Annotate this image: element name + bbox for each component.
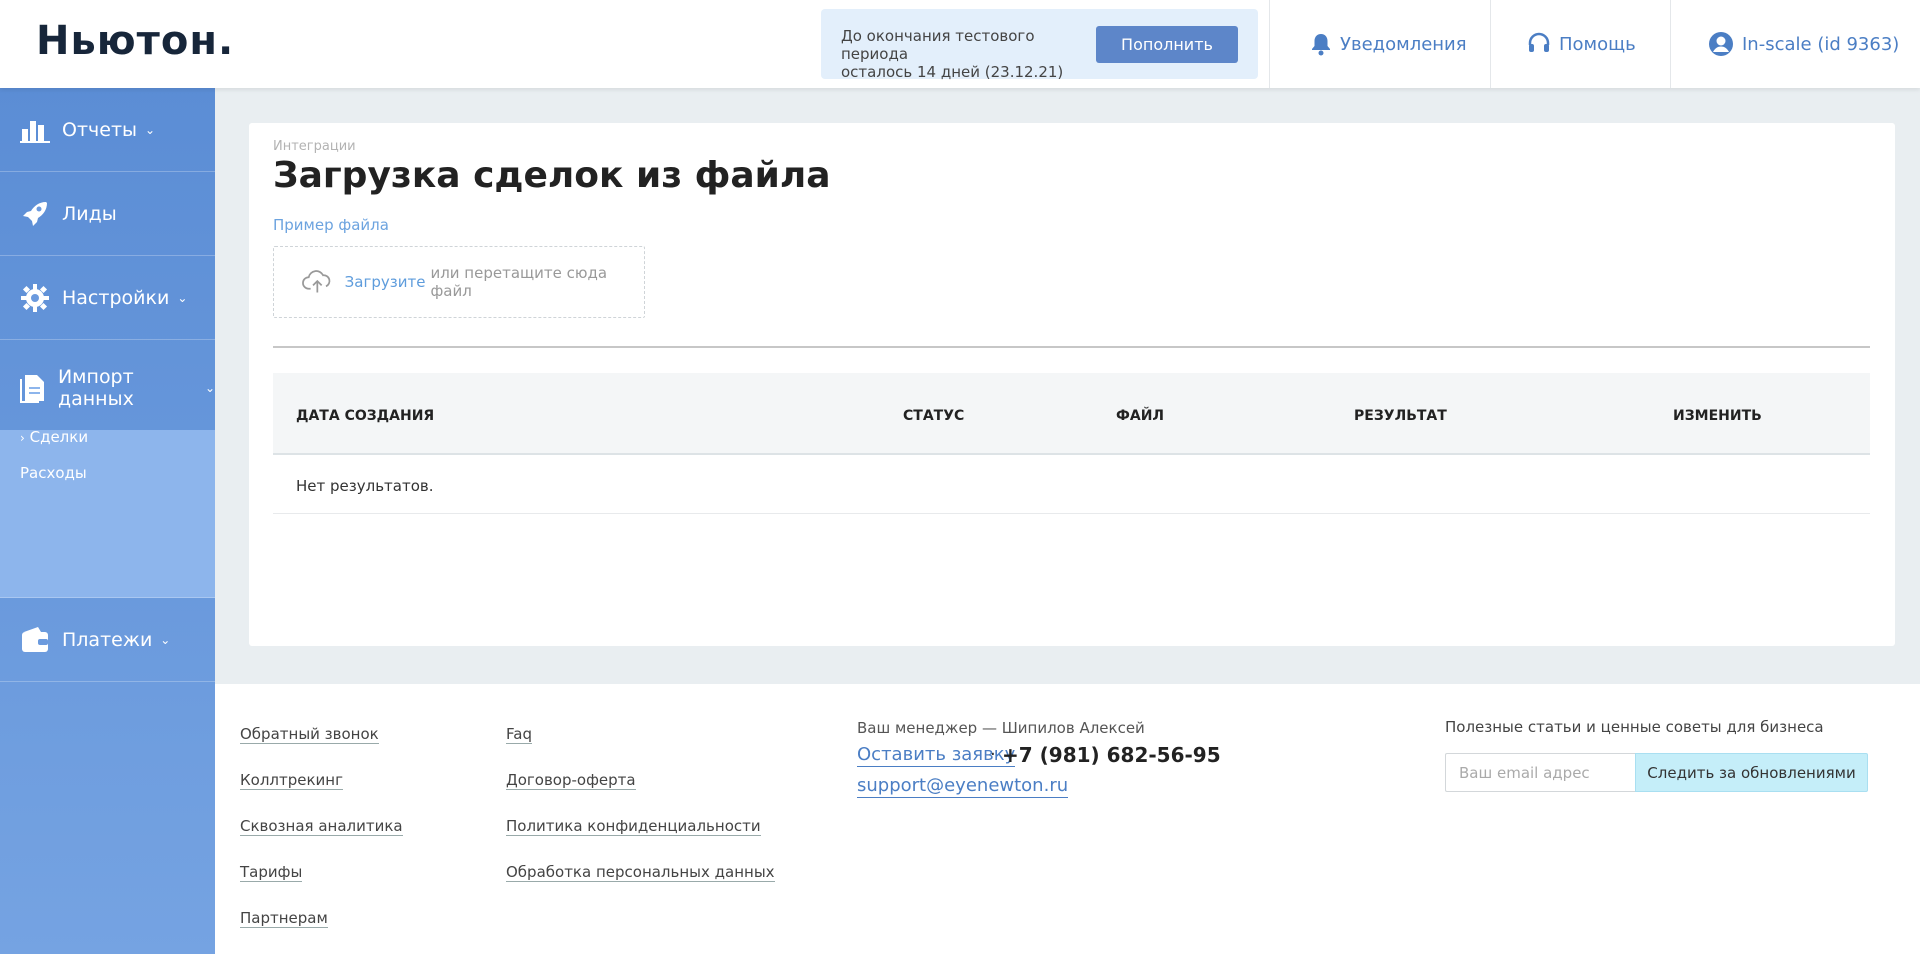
chevron-down-icon: ⌄ (160, 632, 171, 647)
column-header-result: РЕЗУЛЬТАТ (1354, 408, 1447, 424)
support-email-link[interactable]: support@eyenewton.ru (857, 775, 1069, 798)
table-header: ДАТА СОЗДАНИЯ СТАТУС ФАЙЛ РЕЗУЛЬТАТ ИЗМЕ… (273, 373, 1870, 455)
wallet-icon (18, 623, 52, 657)
upload-link[interactable]: Загрузите (345, 273, 426, 291)
sidebar-subitem-label: Расходы (20, 464, 87, 482)
table-row: Нет результатов. (273, 457, 1870, 514)
newsletter-title: Полезные статьи и ценные советы для бизн… (1445, 718, 1824, 736)
page-title: Загрузка сделок из файла (273, 155, 831, 196)
help-label: Помощь (1559, 33, 1636, 55)
subscribe-button[interactable]: Следить за обновлениями (1635, 753, 1868, 792)
trial-banner: До окончания тестового периода осталось … (821, 9, 1258, 81)
chevron-right-icon: › (20, 431, 25, 445)
bell-icon (1312, 34, 1330, 56)
sample-file-link[interactable]: Пример файла (273, 216, 389, 234)
sidebar-item-label: Лиды (62, 202, 117, 225)
footer-link-personal-data[interactable]: Обработка персональных данных (506, 863, 775, 882)
notifications-link[interactable]: Уведомления (1310, 30, 1467, 58)
header-divider (1670, 0, 1671, 88)
help-link[interactable]: Помощь (1527, 30, 1636, 58)
logo[interactable]: Ньютон. (36, 18, 234, 64)
sidebar-subitem-expenses[interactable]: Расходы (20, 464, 87, 482)
phone-number[interactable]: +7 (981) 682-56-95 (1002, 743, 1221, 767)
sidebar-item-label: Настройки (62, 286, 170, 309)
sidebar-subitem-deals[interactable]: › Сделки (20, 428, 88, 446)
footer-link-partners[interactable]: Партнерам (240, 909, 328, 928)
headset-icon (1528, 32, 1550, 52)
sidebar-item-settings[interactable]: Настройки ⌄ (0, 256, 215, 340)
footer-link-analytics[interactable]: Сквозная аналитика (240, 817, 403, 836)
chart-icon (18, 113, 52, 147)
email-field[interactable] (1445, 753, 1635, 792)
footer-link-offer[interactable]: Договор-оферта (506, 771, 636, 790)
topup-button[interactable]: Пополнить (1096, 26, 1238, 63)
account-label: In-scale (id 9363) (1742, 33, 1900, 55)
sidebar-item-label: Отчеты (62, 118, 138, 141)
column-header-edit: ИЗМЕНИТЬ (1673, 408, 1762, 424)
notifications-label: Уведомления (1340, 33, 1467, 55)
chevron-down-icon: ⌄ (145, 122, 156, 137)
file-dropzone[interactable]: Загрузите или перетащите сюда файл (273, 246, 645, 318)
separator: · (990, 744, 996, 765)
sidebar-item-leads[interactable]: Лиды (0, 172, 215, 256)
footer-link-faq[interactable]: Faq (506, 725, 532, 744)
column-header-file: ФАЙЛ (1116, 408, 1165, 424)
divider (273, 346, 1870, 348)
sidebar-item-payments[interactable]: Платежи ⌄ (0, 598, 215, 682)
document-icon (18, 371, 48, 405)
chevron-down-icon: ⌄ (204, 381, 215, 395)
sidebar-subitem-label: Сделки (29, 428, 89, 446)
cloud-upload-icon (302, 270, 331, 293)
manager-text: Ваш менеджер — Шипилов Алексей (857, 719, 1145, 737)
rocket-icon (18, 197, 52, 231)
breadcrumb[interactable]: Интеграции (273, 139, 356, 154)
account-link[interactable]: In-scale (id 9363) (1708, 30, 1899, 58)
header-divider (1490, 0, 1491, 88)
header-divider (1269, 0, 1270, 88)
column-header-status: СТАТУС (903, 408, 965, 424)
sidebar-item-label: Импорт данных (57, 366, 134, 410)
footer-link-privacy[interactable]: Политика конфиденциальности (506, 817, 761, 836)
sidebar-section-import (0, 430, 215, 598)
sidebar-item-label: Платежи (62, 628, 153, 651)
main-card: Интеграции Загрузка сделок из файла Прим… (249, 123, 1895, 646)
upload-hint: или перетащите сюда файл (430, 264, 608, 300)
footer: Обратный звонок Коллтрекинг Сквозная ана… (215, 684, 1920, 954)
column-header-date: ДАТА СОЗДАНИЯ (296, 408, 435, 424)
chevron-down-icon: ⌄ (177, 290, 188, 305)
gear-icon (18, 281, 52, 315)
trial-text: До окончания тестового периода осталось … (841, 27, 1081, 81)
user-icon (1709, 32, 1733, 56)
sidebar-item-import[interactable]: Импорт данных ⌄ (0, 346, 215, 430)
sidebar: Отчеты ⌄ Лиды Настройки ⌄ Импорт данных … (0, 88, 215, 954)
footer-link-calltracking[interactable]: Коллтрекинг (240, 771, 343, 790)
empty-table-message: Нет результатов. (296, 477, 434, 495)
trial-text-line2: осталось 14 дней (23.12.21) (841, 63, 1064, 81)
sidebar-item-reports[interactable]: Отчеты ⌄ (0, 88, 215, 172)
footer-link-pricing[interactable]: Тарифы (240, 863, 303, 882)
trial-text-line1: До окончания тестового периода (841, 27, 1035, 63)
footer-link-callback[interactable]: Обратный звонок (240, 725, 379, 744)
top-header: Ньютон. До окончания тестового периода о… (0, 0, 1920, 88)
